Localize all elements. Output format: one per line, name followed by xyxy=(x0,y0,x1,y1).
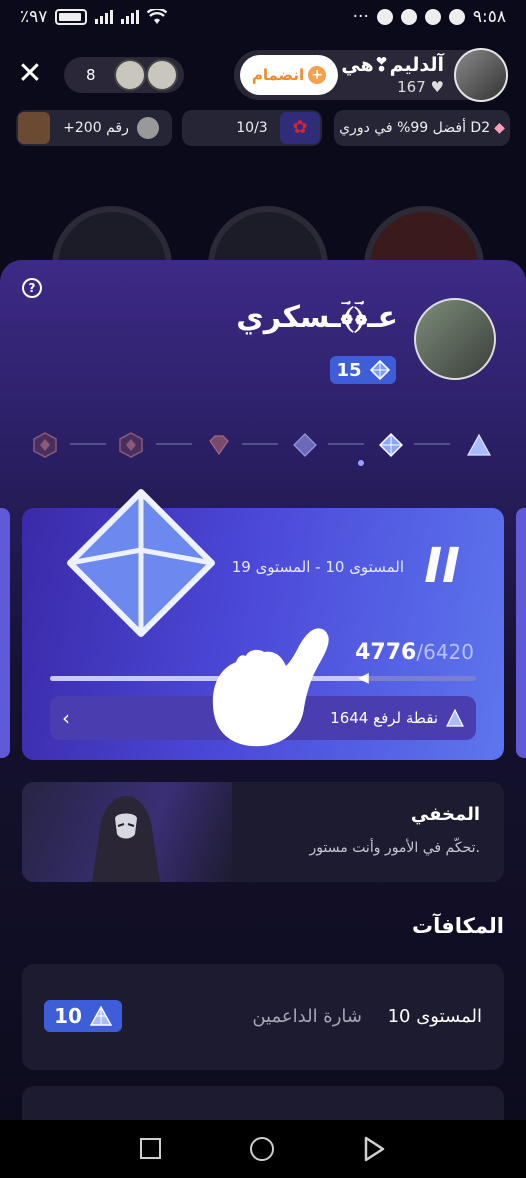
tier-roman-numeral: II xyxy=(424,538,460,594)
level-points: 4776/6420 xyxy=(355,640,474,665)
signal-icon-2 xyxy=(121,10,140,24)
join-button[interactable]: انضمام + xyxy=(240,55,338,95)
back-icon[interactable] xyxy=(362,1136,386,1162)
level-panel: ? عـ﴿ؔ﴾ؔـسكري 15 المستوى 10 - المستوى 19… xyxy=(0,260,526,1120)
reward-level: المستوى 10 xyxy=(387,1006,482,1027)
recent-apps-icon[interactable] xyxy=(140,1138,161,1159)
battery-percent: ٪٩٧ xyxy=(20,7,48,27)
reward-item[interactable]: المستوى 10 شارة الداعمين 10 xyxy=(22,964,504,1070)
frame-preview-card[interactable]: المخفي تحكّم في الأمور وأنت مستور. xyxy=(22,782,504,882)
triangle-tier-icon xyxy=(89,1006,112,1026)
triangle-tier-icon xyxy=(446,709,464,727)
chevron-left-icon[interactable]: ‹ xyxy=(62,706,70,730)
host-name: آلدليم❣هي xyxy=(341,54,444,76)
plus-heart-icon: + xyxy=(308,66,327,84)
viewer-avatar xyxy=(146,59,178,91)
battery-icon xyxy=(55,9,88,25)
user-avatar xyxy=(136,117,159,139)
reward-item[interactable] xyxy=(22,1086,504,1120)
frame-subtitle: تحكّم في الأمور وأنت مستور. xyxy=(309,840,480,856)
signal-icon xyxy=(95,10,114,24)
tap-hand-icon xyxy=(212,628,329,747)
messenger-icon xyxy=(376,9,393,25)
diamond-level-icon xyxy=(369,360,390,380)
rewards-title: المكافآت xyxy=(412,914,504,938)
hexagon-tier-icon[interactable] xyxy=(118,432,144,458)
diamond-tier-large-icon xyxy=(67,489,215,637)
throne-icon xyxy=(18,112,50,144)
help-icon[interactable]: ? xyxy=(22,278,42,298)
reward-name: شارة الداعمين xyxy=(252,1006,362,1027)
league-chip[interactable]: أفضل 99% في دوري D2 ◆ xyxy=(334,110,510,146)
rocket-icon: ◀ xyxy=(357,670,369,686)
viewer-count-pill[interactable]: 8 xyxy=(64,57,184,93)
selected-tier-dot xyxy=(358,460,364,466)
host-avatar[interactable] xyxy=(454,48,508,102)
user-avatar[interactable] xyxy=(414,298,496,380)
system-nav-bar xyxy=(0,1120,526,1178)
messenger-icon xyxy=(448,9,465,25)
level-badge: 15 xyxy=(330,356,396,384)
rose-icon: ✿ xyxy=(280,112,320,144)
hexagon-tier-icon[interactable] xyxy=(32,432,58,458)
more-notifications: ··· xyxy=(352,7,369,27)
gem-tier-icon[interactable] xyxy=(206,432,232,458)
viewer-avatar xyxy=(114,59,146,91)
messenger-icon xyxy=(424,9,441,25)
prev-tier-card[interactable] xyxy=(0,508,10,758)
host-likes: 167 ♥ xyxy=(397,78,444,96)
status-bar: ٪٩٧ ··· ٩:٥٨ xyxy=(0,0,526,34)
home-icon[interactable] xyxy=(250,1137,274,1161)
next-tier-card[interactable] xyxy=(516,508,526,758)
wifi-icon xyxy=(147,9,168,24)
user-name: عـ﴿ؔ﴾ؔـسكري xyxy=(236,300,398,335)
level-range: المستوى 10 - المستوى 19 xyxy=(231,558,404,576)
clock: ٩:٥٨ xyxy=(472,7,506,27)
triangle-tier-icon[interactable] xyxy=(466,432,492,458)
rank-chip[interactable]: +200 رقم xyxy=(16,110,172,146)
messenger-icon xyxy=(400,9,417,25)
gift-progress-chip[interactable]: 10/3 ✿ xyxy=(182,110,322,146)
diamond-tier-icon[interactable] xyxy=(378,432,404,458)
masked-figure-image xyxy=(22,782,232,882)
heart-icon: ♥ xyxy=(430,78,444,96)
close-icon[interactable]: ✕ xyxy=(14,58,46,90)
supporter-badge: 10 xyxy=(44,1000,122,1032)
diamond-tier-icon[interactable] xyxy=(292,432,318,458)
points-to-upgrade-text: 1644 نقطة لرفع xyxy=(330,709,438,727)
host-pill[interactable]: آلدليم❣هي 167 ♥ انضمام + xyxy=(234,48,508,102)
diamond-icon: ◆ xyxy=(494,120,505,136)
frame-title: المخفي xyxy=(410,804,480,825)
tier-track xyxy=(30,426,496,462)
viewer-count: 8 xyxy=(86,66,96,84)
